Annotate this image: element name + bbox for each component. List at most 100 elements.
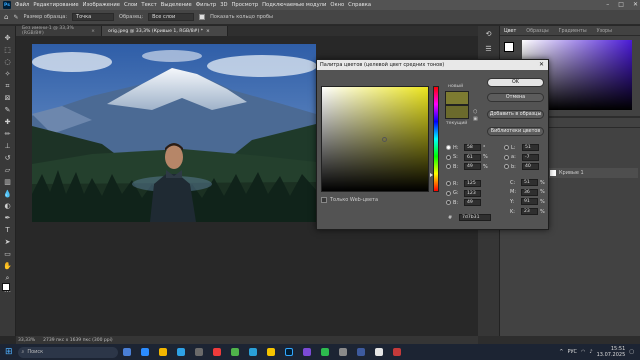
close-tab-icon[interactable]: × — [91, 29, 95, 34]
ok-button[interactable]: OK — [487, 78, 544, 87]
blur-tool-icon[interactable]: 💧 — [3, 190, 12, 198]
menu-select[interactable]: Выделение — [161, 2, 192, 8]
menu-layers[interactable]: Слои — [124, 2, 137, 8]
c-input[interactable]: 51 — [521, 179, 538, 186]
app-icon[interactable] — [194, 348, 203, 356]
s-input[interactable]: 61 — [464, 153, 481, 161]
sample-select[interactable]: Все слои — [148, 13, 195, 21]
tab-gradients[interactable]: Градиенты — [559, 29, 587, 34]
document-photo[interactable] — [32, 44, 316, 222]
maximize-icon[interactable]: □ — [618, 1, 624, 8]
show-ring-checkbox[interactable] — [199, 14, 206, 20]
hue-slider-arrow-icon[interactable] — [430, 173, 433, 177]
eyedropper-tool-icon[interactable]: ✎ — [13, 14, 18, 21]
foreground-background-swatches[interactable] — [2, 283, 14, 295]
a-radio[interactable] — [504, 154, 509, 160]
zoom-tool-icon[interactable]: ⌕ — [3, 274, 12, 282]
tab-orig[interactable]: orig.jpeg @ 33,3% (Кривые 1, RGB/8#) * × — [102, 26, 228, 36]
quick-select-tool-icon[interactable]: ✧ — [3, 70, 12, 78]
frame-tool-icon[interactable]: ⊠ — [3, 94, 12, 102]
chevron-up-icon[interactable]: ^ — [559, 349, 563, 355]
properties-panel-icon[interactable]: ☰ — [484, 45, 493, 53]
path-select-icon[interactable]: ➤ — [3, 238, 12, 246]
app-purple-icon[interactable] — [302, 348, 311, 356]
language-indicator[interactable]: РУС — [567, 349, 577, 355]
close-tab-icon[interactable]: × — [206, 29, 210, 34]
edge-icon[interactable] — [140, 348, 149, 356]
eyedropper-icon[interactable]: ✎ — [3, 106, 12, 114]
menu-plugins[interactable]: Подключаемые модули — [262, 2, 326, 8]
g-radio[interactable] — [446, 190, 451, 196]
chrome-icon[interactable] — [230, 348, 239, 356]
b-input[interactable]: 49 — [464, 163, 481, 171]
m-input[interactable]: 36 — [521, 188, 538, 196]
a-input[interactable]: -7 — [522, 153, 539, 161]
crop-tool-icon[interactable]: ⌗ — [3, 82, 12, 90]
eraser-tool-icon[interactable]: ▱ — [3, 166, 12, 174]
k-input[interactable]: 23 — [521, 208, 538, 216]
cube-warning-icon[interactable]: ⬡ — [473, 109, 477, 115]
app-red-icon[interactable] — [392, 348, 401, 356]
app-white-icon[interactable] — [374, 348, 383, 356]
menu-window[interactable]: Окно — [330, 2, 344, 8]
hue-slider[interactable] — [433, 86, 439, 192]
s-radio[interactable] — [446, 154, 451, 160]
photoshop-taskbar-icon[interactable] — [284, 348, 293, 356]
app-blue-icon[interactable] — [356, 348, 365, 356]
hand-tool-icon[interactable]: ✋ — [3, 262, 12, 270]
l-input[interactable]: 51 — [522, 144, 539, 151]
dialog-close-icon[interactable]: ✕ — [539, 61, 544, 68]
menu-filter[interactable]: Фильтр — [196, 2, 217, 8]
home-icon[interactable]: ⌂ — [4, 13, 8, 21]
menu-3d[interactable]: 3D — [220, 2, 227, 8]
menu-image[interactable]: Изображение — [83, 2, 120, 8]
g-input[interactable]: 123 — [464, 189, 481, 197]
type-tool-icon[interactable]: T — [3, 226, 12, 234]
layer-row[interactable]: Кривые 1 — [548, 168, 638, 178]
web-cube-icon[interactable]: ▣ — [473, 116, 478, 122]
tab-patterns[interactable]: Узоры — [597, 29, 612, 34]
lasso-tool-icon[interactable]: ◌ — [3, 58, 12, 66]
color-sample-ring[interactable] — [382, 137, 387, 142]
tab-swatches[interactable]: Образцы — [526, 29, 548, 34]
wifi-icon[interactable]: ◠ — [581, 349, 585, 355]
rectangle-tool-icon[interactable]: ▭ — [3, 250, 12, 258]
menu-edit[interactable]: Редактирование — [33, 2, 78, 8]
menu-type[interactable]: Текст — [141, 2, 156, 8]
history-brush-icon[interactable]: ↺ — [3, 154, 12, 162]
app-gray-icon[interactable] — [338, 348, 347, 356]
whatsapp-icon[interactable] — [320, 348, 329, 356]
healing-brush-icon[interactable]: ✚ — [3, 118, 12, 126]
h-radio[interactable] — [446, 145, 451, 150]
gradient-tool-icon[interactable]: ▥ — [3, 178, 12, 186]
lab-b-input[interactable]: 40 — [522, 163, 539, 171]
cancel-button[interactable]: Отмена — [487, 93, 544, 102]
store-icon[interactable] — [176, 348, 185, 356]
menu-help[interactable]: Справка — [348, 2, 371, 8]
sample-size-select[interactable]: Точка — [72, 13, 115, 21]
task-view-icon[interactable] — [122, 348, 131, 356]
panel-fg-swatch[interactable] — [504, 42, 514, 52]
yandex-icon[interactable] — [212, 348, 221, 356]
r-radio[interactable] — [446, 181, 451, 186]
notifications-icon[interactable]: ▢ — [629, 349, 634, 355]
yandex-browser-icon[interactable] — [266, 348, 275, 356]
taskbar-search[interactable]: ⌕ Поиск — [17, 346, 118, 358]
marquee-tool-icon[interactable]: ⬚ — [3, 46, 12, 54]
lab-b-radio[interactable] — [504, 164, 509, 170]
clock[interactable]: 15:51 13.07.2025 — [597, 346, 626, 358]
y-input[interactable]: 91 — [521, 198, 538, 206]
tab-untitled[interactable]: Без имени-1 @ 33,3% (RGB/8#) × — [16, 26, 102, 36]
current-color-swatch[interactable] — [445, 105, 469, 119]
volume-icon[interactable]: ♪ — [589, 349, 592, 355]
windows-start-icon[interactable]: ⊞ — [5, 347, 13, 357]
blue-radio[interactable] — [446, 200, 451, 206]
add-to-swatches-button[interactable]: Добавить в образцы — [487, 110, 544, 119]
stamp-tool-icon[interactable]: ⊥ — [3, 142, 12, 150]
brush-tool-icon[interactable]: ✏ — [3, 130, 12, 138]
zoom-level[interactable]: 33,33% — [18, 338, 35, 343]
blue-input[interactable]: 49 — [464, 199, 481, 207]
menu-view[interactable]: Просмотр — [232, 2, 259, 8]
close-icon[interactable]: ✕ — [633, 1, 638, 8]
l-radio[interactable] — [504, 145, 509, 150]
